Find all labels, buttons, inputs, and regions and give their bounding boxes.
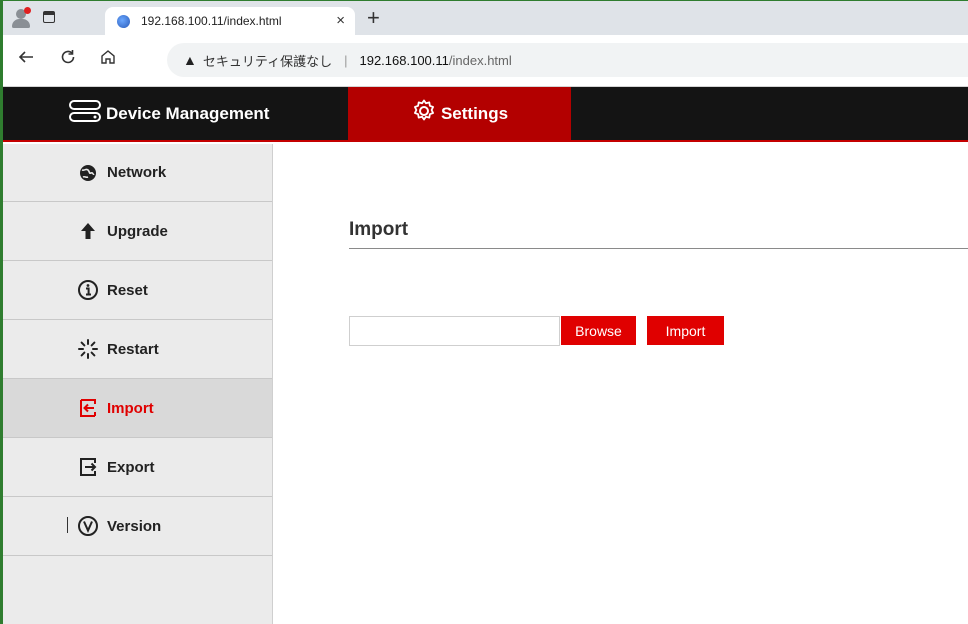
browser-tab-title: 192.168.100.11/index.html <box>141 14 282 28</box>
text-cursor <box>67 517 68 533</box>
sidebar-item-reset[interactable]: Reset <box>3 261 272 320</box>
settings-label: Settings <box>440 103 509 123</box>
file-path-input[interactable] <box>349 316 560 346</box>
sidebar-item-label: Upgrade <box>107 222 168 240</box>
home-icon[interactable] <box>99 48 117 71</box>
device-management-label: Device Management <box>106 103 270 123</box>
browser-toolbar: ▲ セキュリティ保護なし | 192.168.100.11/index.html <box>3 35 968 87</box>
sidebar-item-export[interactable]: Export <box>3 438 272 497</box>
title-divider <box>349 248 968 249</box>
gear-icon <box>411 98 441 129</box>
export-icon <box>77 456 99 478</box>
main-content: Import Browse Import <box>274 144 968 624</box>
reload-icon[interactable] <box>59 48 77 71</box>
info-icon <box>77 279 99 301</box>
sidebar-item-label: Export <box>107 458 155 476</box>
address-bar[interactable]: ▲ セキュリティ保護なし | 192.168.100.11/index.html <box>167 43 968 77</box>
profile-icon[interactable] <box>11 7 33 29</box>
page-title: Import <box>349 219 409 240</box>
sidebar-item-label: Import <box>107 399 154 417</box>
spinner-icon <box>77 338 99 360</box>
url-host: 192.168.100.11 <box>359 52 449 68</box>
version-icon <box>77 515 99 537</box>
import-button[interactable]: Import <box>647 316 724 345</box>
security-label[interactable]: セキュリティ保護なし <box>203 51 332 70</box>
sidebar-item-import[interactable]: Import <box>3 379 272 438</box>
sidebar: Network Upgrade Reset Restart Import Exp… <box>3 144 273 624</box>
url-path: /index.html <box>448 52 512 68</box>
sidebar-item-label: Network <box>107 164 167 181</box>
back-icon[interactable] <box>17 48 35 71</box>
nav-device-management[interactable]: Device Management <box>68 87 303 140</box>
sidebar-item-restart[interactable]: Restart <box>3 320 272 379</box>
browse-button[interactable]: Browse <box>561 316 636 345</box>
server-icon <box>68 98 106 129</box>
sidebar-item-label: Restart <box>107 340 159 358</box>
sidebar-item-label: Reset <box>107 281 148 299</box>
browser-tabstrip: 192.168.100.11/index.html × + <box>3 1 968 35</box>
sidebar-item-label: Version <box>107 517 162 535</box>
site-globe-icon <box>117 14 130 28</box>
sidebar-item-upgrade[interactable]: Upgrade <box>3 202 272 261</box>
warning-icon[interactable]: ▲ <box>183 52 197 68</box>
arrow-up-icon <box>77 220 99 242</box>
sidebar-item-network[interactable]: Network <box>3 144 272 202</box>
nav-settings[interactable]: Settings <box>348 87 571 140</box>
sidebar-item-version[interactable]: Version <box>3 497 272 556</box>
app-header: Device Management Settings <box>3 87 968 142</box>
import-icon <box>77 397 99 419</box>
globe-icon <box>77 162 99 184</box>
tab-actions-icon[interactable] <box>43 11 55 23</box>
screen: 192.168.100.11/index.html × + ▲ セキュリティ保護… <box>0 0 968 624</box>
new-tab-icon[interactable]: + <box>367 5 380 31</box>
url-separator: | <box>344 52 348 68</box>
tab-close-icon[interactable]: × <box>336 12 345 29</box>
browser-tab[interactable]: 192.168.100.11/index.html × <box>105 7 355 35</box>
